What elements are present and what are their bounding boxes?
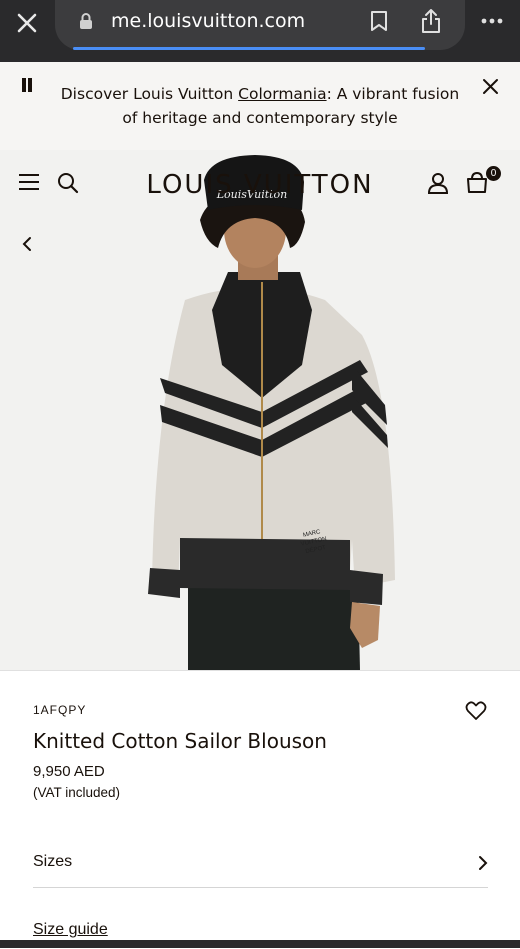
url-text[interactable]: me.louisvuitton.com bbox=[111, 10, 305, 32]
share-icon[interactable] bbox=[420, 8, 442, 34]
sizes-label: Sizes bbox=[33, 853, 73, 870]
banner-text: Discover Louis Vuitton bbox=[60, 85, 239, 103]
search-icon[interactable] bbox=[57, 172, 79, 194]
close-icon[interactable] bbox=[15, 11, 39, 35]
banner-message: Discover Louis Vuitton Colormania: A vib… bbox=[60, 82, 460, 130]
product-photo-jacket: LouisVuitton MARC VUITTON DÉPOT bbox=[0, 150, 520, 670]
lock-icon bbox=[80, 13, 92, 29]
vat-note: (VAT included) bbox=[33, 785, 121, 800]
product-image[interactable]: LouisVuitton MARC VUITTON DÉPOT bbox=[0, 150, 520, 670]
chevron-right-icon bbox=[479, 856, 488, 870]
colormania-link[interactable]: Colormania bbox=[238, 85, 326, 103]
browser-toolbar: me.louisvuitton.com bbox=[0, 0, 520, 62]
bag-count-badge: 0 bbox=[486, 166, 501, 181]
chevron-left-icon[interactable] bbox=[21, 236, 33, 252]
pause-icon[interactable] bbox=[20, 78, 34, 92]
more-icon[interactable] bbox=[480, 14, 504, 28]
page-load-progress bbox=[73, 47, 425, 50]
address-bar[interactable]: me.louisvuitton.com bbox=[55, 0, 465, 50]
bookmark-icon[interactable] bbox=[370, 10, 388, 32]
site-header: LOUIS VUITTON 0 bbox=[0, 150, 520, 216]
product-details: 1AFQPY Knitted Cotton Sailor Blouson 9,9… bbox=[0, 670, 520, 949]
account-icon[interactable] bbox=[427, 172, 449, 194]
heart-icon[interactable] bbox=[465, 701, 487, 721]
brand-logo[interactable]: LOUIS VUITTON bbox=[140, 170, 380, 200]
shopping-bag-icon[interactable] bbox=[466, 171, 488, 193]
product-sku: 1AFQPY bbox=[33, 703, 87, 717]
product-name: Knitted Cotton Sailor Blouson bbox=[33, 729, 327, 753]
menu-icon[interactable] bbox=[18, 173, 40, 191]
size-guide-link[interactable]: Size guide bbox=[33, 921, 108, 939]
banner-close-icon[interactable] bbox=[482, 78, 499, 95]
bottom-bar bbox=[0, 940, 520, 948]
product-price: 9,950 AED bbox=[33, 763, 105, 780]
promo-banner: Discover Louis Vuitton Colormania: A vib… bbox=[0, 62, 520, 150]
sizes-selector[interactable]: Sizes bbox=[33, 843, 488, 888]
